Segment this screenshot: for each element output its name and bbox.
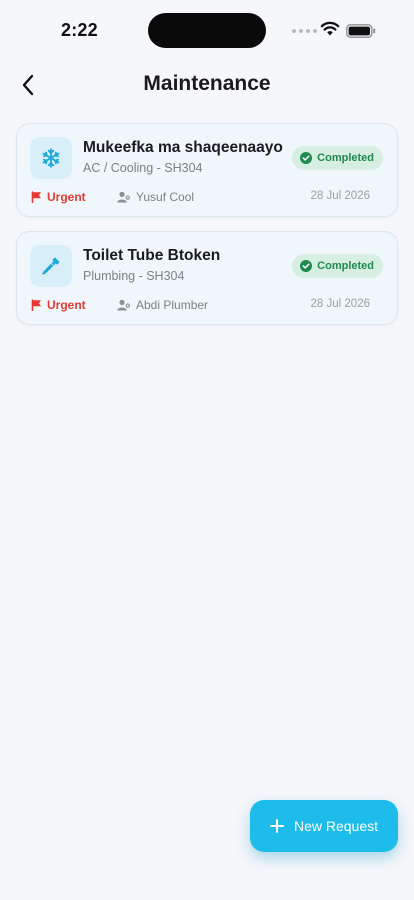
status-badge: Completed (292, 146, 383, 170)
priority-tag: Urgent (31, 298, 86, 312)
assignee-name: Yusuf Cool (136, 190, 195, 204)
battery-icon (346, 24, 376, 38)
status-bar: 2:22 (0, 0, 414, 60)
status-time: 2:22 (61, 20, 98, 40)
request-card[interactable]: Toilet Tube Btoken Plumbing - SH304 Comp… (16, 231, 398, 325)
request-title: Mukeefka ma shaqeenaayo (83, 139, 283, 156)
maintenance-request-list: Mukeefka ma shaqeenaayo AC / Cooling - S… (16, 123, 398, 339)
technician-icon (117, 191, 130, 203)
new-request-button[interactable]: New Request (250, 800, 398, 852)
request-title: Toilet Tube Btoken (83, 247, 221, 264)
status-label: Completed (317, 152, 374, 164)
check-circle-icon (300, 152, 313, 164)
flag-icon (31, 299, 41, 311)
assignee: Abdi Plumber (117, 298, 208, 312)
assignee-name: Abdi Plumber (136, 298, 209, 312)
technician-icon (117, 299, 130, 311)
request-date: 28 Jul 2026 (310, 298, 370, 310)
request-category: AC / Cooling - SH304 (83, 161, 203, 175)
status-label: Completed (317, 260, 374, 272)
category-icon-tile (30, 137, 72, 179)
request-category: Plumbing - SH304 (83, 269, 185, 283)
request-date: 28 Jul 2026 (310, 190, 370, 202)
priority-tag: Urgent (31, 190, 86, 204)
flag-icon (31, 191, 41, 203)
wrench-icon (42, 257, 60, 275)
status-icons (292, 21, 382, 41)
nav-bar: Maintenance (0, 62, 414, 108)
request-meta: Urgent Abdi Plumber 28 Jul 2026 (31, 298, 383, 314)
plus-icon (269, 819, 284, 833)
cellular-signal-icon (292, 29, 317, 33)
request-card[interactable]: Mukeefka ma shaqeenaayo AC / Cooling - S… (16, 123, 398, 217)
priority-label: Urgent (47, 190, 86, 204)
dynamic-island (148, 13, 266, 48)
request-meta: Urgent Yusuf Cool 28 Jul 2026 (31, 190, 383, 206)
assignee: Yusuf Cool (117, 190, 194, 204)
snowflake-icon (42, 148, 60, 168)
new-request-label: New Request (293, 818, 379, 834)
page-title: Maintenance (143, 72, 271, 95)
category-icon-tile (30, 245, 72, 287)
priority-label: Urgent (47, 298, 86, 312)
check-circle-icon (300, 260, 313, 272)
status-badge: Completed (292, 254, 383, 278)
wifi-icon (320, 21, 340, 36)
